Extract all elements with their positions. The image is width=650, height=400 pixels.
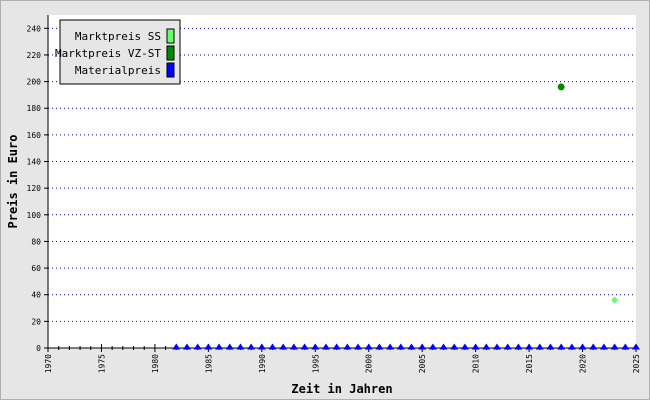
legend-label: Marktpreis SS [75,30,161,43]
y-tick-label: 180 [27,104,42,113]
price-chart: 0 20 40 60 80 100 120 140 160 180 200 220 240 1970 197… [6,15,641,396]
x-tick-label: 2025 [632,354,641,373]
x-tick-label: 1990 [258,354,267,373]
x-tick-label: 1985 [204,354,213,373]
y-tick-label: 160 [27,131,42,140]
y-tick-label: 40 [31,291,41,300]
x-axis-title: Zeit in Jahren [291,382,392,396]
legend-swatch [166,62,175,78]
y-tick-label: 100 [27,211,42,220]
x-tick-label: 2000 [365,354,374,373]
x-tick-label: 1980 [151,354,160,373]
x-tick-label: 1970 [44,354,53,373]
y-tick-label: 120 [27,184,42,193]
x-tick-label: 1975 [97,354,106,373]
x-tick-label: 2010 [472,354,481,373]
legend-label: Marktpreis VZ-ST [55,47,161,60]
y-tick-label: 240 [27,24,42,33]
y-tick-label: 0 [36,344,41,353]
y-tick-label: 60 [31,264,41,273]
x-tick-label: 2005 [418,354,427,373]
y-tick-label: 220 [27,51,42,60]
legend-swatch [166,28,175,44]
y-tick-label: 20 [31,317,41,326]
x-tick-label: 2015 [525,354,534,373]
y-tick-label: 200 [27,78,42,87]
x-tick-label: 2020 [579,354,588,373]
series-1-point [557,83,565,91]
y-tick-label: 140 [27,158,42,167]
x-tick-label: 1995 [311,354,320,373]
y-tick-label: 80 [31,237,41,246]
legend-label: Materialpreis [75,64,161,77]
legend-swatch [166,45,175,61]
legend: Marktpreis SS Marktpreis VZ-ST Materialpre… [55,19,181,85]
y-axis-title: Preis in Euro [6,135,20,229]
